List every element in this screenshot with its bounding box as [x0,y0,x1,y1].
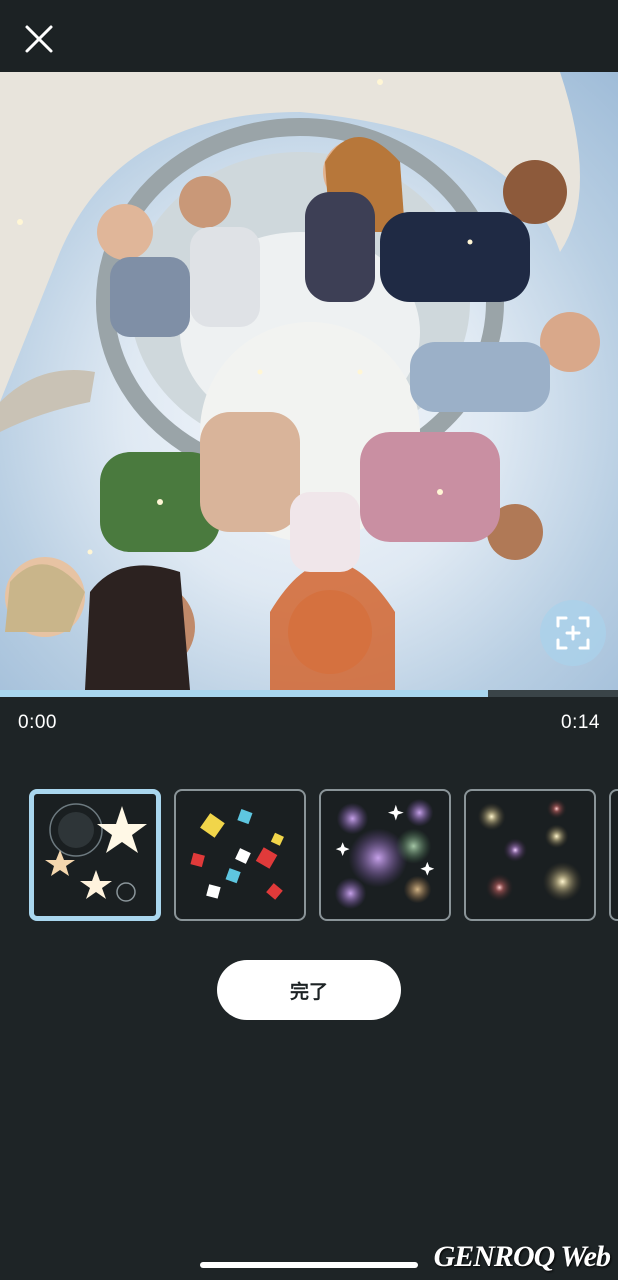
watermark-logo: GENROQ Web [433,1240,611,1273]
playback-progress[interactable] [0,690,618,697]
home-indicator[interactable] [200,1262,418,1268]
media-preview[interactable] [0,72,618,690]
top-bar [0,0,618,72]
effect-confetti[interactable] [174,789,306,921]
effect-stars[interactable] [29,789,161,921]
bokeh-effect-icon [334,798,435,910]
close-button[interactable] [18,18,60,60]
time-end: 0:14 [561,712,600,733]
tiny-planet-photo [0,72,600,690]
effect-editor-screen: 0:00 0:14 完了 GENROQ Web [0,0,618,1280]
glow-dots-effect-icon [477,798,583,902]
time-start: 0:00 [18,712,57,733]
effect-more[interactable] [609,789,618,921]
effect-glow-dots[interactable] [464,789,596,921]
reframe-button[interactable] [540,600,606,666]
done-button[interactable]: 完了 [217,960,401,1020]
close-icon [25,25,53,53]
reframe-add-icon [556,616,590,650]
effect-bokeh-sparkle[interactable] [319,789,451,921]
playback-progress-fill [0,690,489,697]
stars-effect-icon [45,803,147,902]
confetti-effect-icon [190,809,284,900]
effect-strip [0,786,618,924]
